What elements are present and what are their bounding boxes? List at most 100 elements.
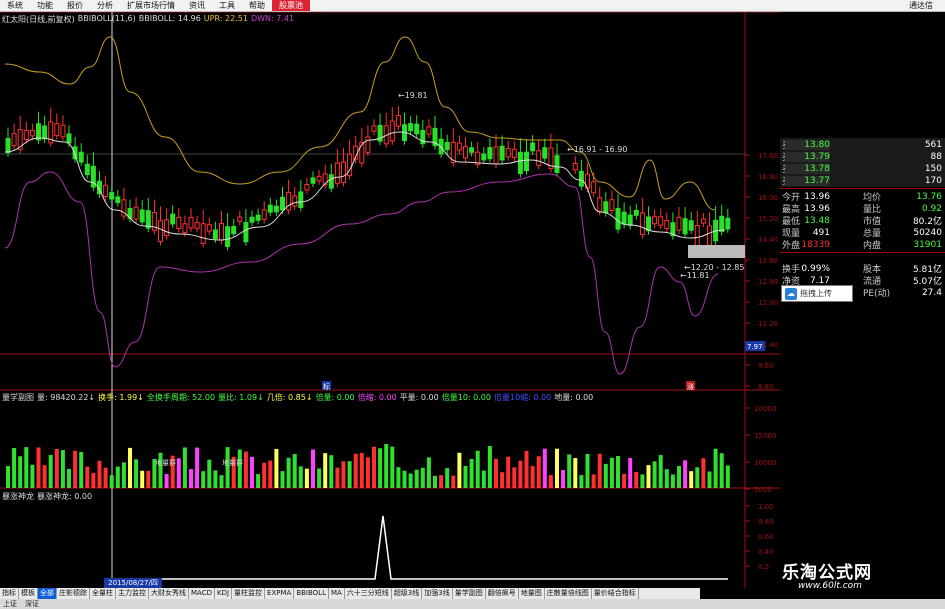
candle-body [365, 136, 371, 153]
volume-bar [115, 466, 120, 488]
bid-qty: 88 [930, 151, 942, 162]
candle-body [237, 216, 243, 222]
volume-bar [616, 456, 620, 488]
indicator-tab[interactable]: 全部 [38, 588, 57, 599]
candle-body [420, 130, 426, 145]
menu-item[interactable]: 工具 [212, 0, 242, 11]
price-tick-label: 13.60 [758, 257, 778, 265]
indicator-tab[interactable]: 大财女秀线 [149, 588, 189, 599]
candle-body [164, 219, 170, 236]
candle-body [408, 123, 414, 132]
indicator-tab[interactable]: 超级3线 [392, 588, 423, 599]
indicator-tab[interactable]: MA [329, 588, 345, 599]
volume-bar [481, 470, 486, 488]
candle-body [206, 224, 212, 232]
menu-item[interactable]: 股票池 [272, 0, 310, 11]
indicator-tab[interactable]: EXPMA [265, 588, 295, 599]
candle-body [84, 163, 90, 176]
indicator-tab[interactable]: 量学副图 [453, 588, 486, 599]
menu-item[interactable]: 分析 [90, 0, 120, 11]
price-tick-label: 14.40 [758, 236, 778, 244]
indicator-tab[interactable]: KDJ [215, 588, 233, 599]
right-high-annotation: ←16.91 - 16.90 [567, 145, 627, 154]
volume-bar [707, 471, 712, 488]
stat-value: 50240 [913, 227, 942, 238]
volume-bar [384, 443, 389, 488]
upload-icon: ☁ [785, 287, 797, 300]
menu-item[interactable]: 扩展市场行情 [120, 0, 182, 11]
candle-body [591, 181, 597, 194]
price-tick-label: 16.80 [758, 173, 778, 181]
candle-body [707, 225, 712, 246]
candle-body [511, 148, 517, 158]
status-item[interactable]: 上证 [3, 599, 17, 609]
candle-body [615, 207, 621, 230]
indicator-tab[interactable]: 地量图 [519, 588, 545, 599]
volume-bar [262, 462, 267, 488]
indicator-tab[interactable]: 量柱监控 [232, 588, 266, 599]
menu-item[interactable]: 资讯 [182, 0, 212, 11]
candle-body [542, 147, 548, 159]
indicator-tab[interactable]: 庄散量倍线图 [545, 588, 592, 599]
indicator-tab[interactable]: MACD [189, 588, 215, 599]
volume-bar [256, 474, 261, 488]
chart-area[interactable]: 17.60 16.80 16.00 15.20 14.40 13.60 12.80 12.00… [0, 12, 780, 588]
candle-body [554, 155, 560, 173]
volume-bar [530, 466, 535, 488]
volume-bar [128, 447, 132, 488]
candle-body [652, 216, 658, 225]
volume-bar [701, 458, 706, 488]
candle-body [621, 211, 627, 225]
indicator-tab[interactable]: 量价结合指标 [592, 588, 639, 599]
volume-bar [213, 470, 218, 488]
status-item[interactable]: 深证 [25, 599, 39, 609]
indicator-tab[interactable]: BBIBOLL [294, 588, 329, 599]
menu-item[interactable]: 帮助 [242, 0, 272, 11]
candle-body [517, 151, 523, 174]
volume-bar [433, 475, 437, 488]
stat-value: 13.96 [804, 203, 830, 214]
volume-bar [622, 473, 627, 488]
indicator-tab[interactable]: 主力监控 [116, 588, 149, 599]
current-price-label: 7.97 [747, 343, 763, 351]
watermark-title: 乐淘公式网 [782, 563, 872, 583]
candle-body [597, 197, 603, 212]
menu-item[interactable]: 功能 [30, 0, 60, 11]
indicator-tab[interactable]: 加强3线 [422, 588, 453, 599]
low-annotation: ←11.81 [680, 271, 710, 280]
indicator-tab[interactable]: 指标 [0, 588, 19, 599]
bid-qty: 170 [924, 175, 942, 186]
watermark-url: www.60lt.com [798, 581, 862, 591]
upload-popup[interactable]: ☁ 拖拽上传 [781, 285, 853, 302]
indicator-tab[interactable]: 庄影德踪 [57, 588, 90, 599]
volume-bar [451, 475, 456, 488]
indicator-tabs: 指标 模板 全部 庄影德踪 全量柱 主力监控 大财女秀线 MACD KDJ 量柱监控 EXPMA BB… [0, 588, 700, 599]
volume-stat: 量: 98420.22↓ [37, 393, 96, 402]
candle-body [109, 192, 115, 200]
volume-bar [725, 465, 730, 488]
candle-body [286, 191, 292, 211]
trading-app: 系统 功能 报价 分析 扩展市场行情 资讯 工具 帮助 股票池 通达信 17.60 16.80 16.… [0, 0, 945, 609]
candle-body [487, 147, 493, 160]
volume-bar [146, 470, 151, 488]
candle-body [188, 216, 194, 229]
indicator-tab[interactable]: 六十三分短线 [345, 588, 392, 599]
indicator-tab[interactable]: 全量柱 [90, 588, 116, 599]
volume-bar [628, 457, 633, 488]
indicator-tab[interactable]: 模板 [19, 588, 38, 599]
price-tick-label: 16.00 [758, 194, 778, 202]
volume-bar [298, 466, 303, 488]
candle-body [267, 204, 273, 213]
volume-bar [189, 469, 193, 488]
volume-bar [24, 447, 29, 488]
candle-body [609, 199, 615, 212]
indicator-tab[interactable]: 翻倍飙号 [486, 588, 519, 599]
high-annotation: ←19.81 [398, 91, 428, 100]
candle-body [11, 133, 17, 147]
signal-tick-label: 0.80 [758, 518, 774, 526]
menu-item[interactable]: 系统 [0, 0, 30, 11]
volume-bar [609, 457, 614, 488]
menu-item[interactable]: 报价 [60, 0, 90, 11]
stat-value: 13.76 [916, 191, 942, 202]
candle-body [170, 213, 176, 225]
